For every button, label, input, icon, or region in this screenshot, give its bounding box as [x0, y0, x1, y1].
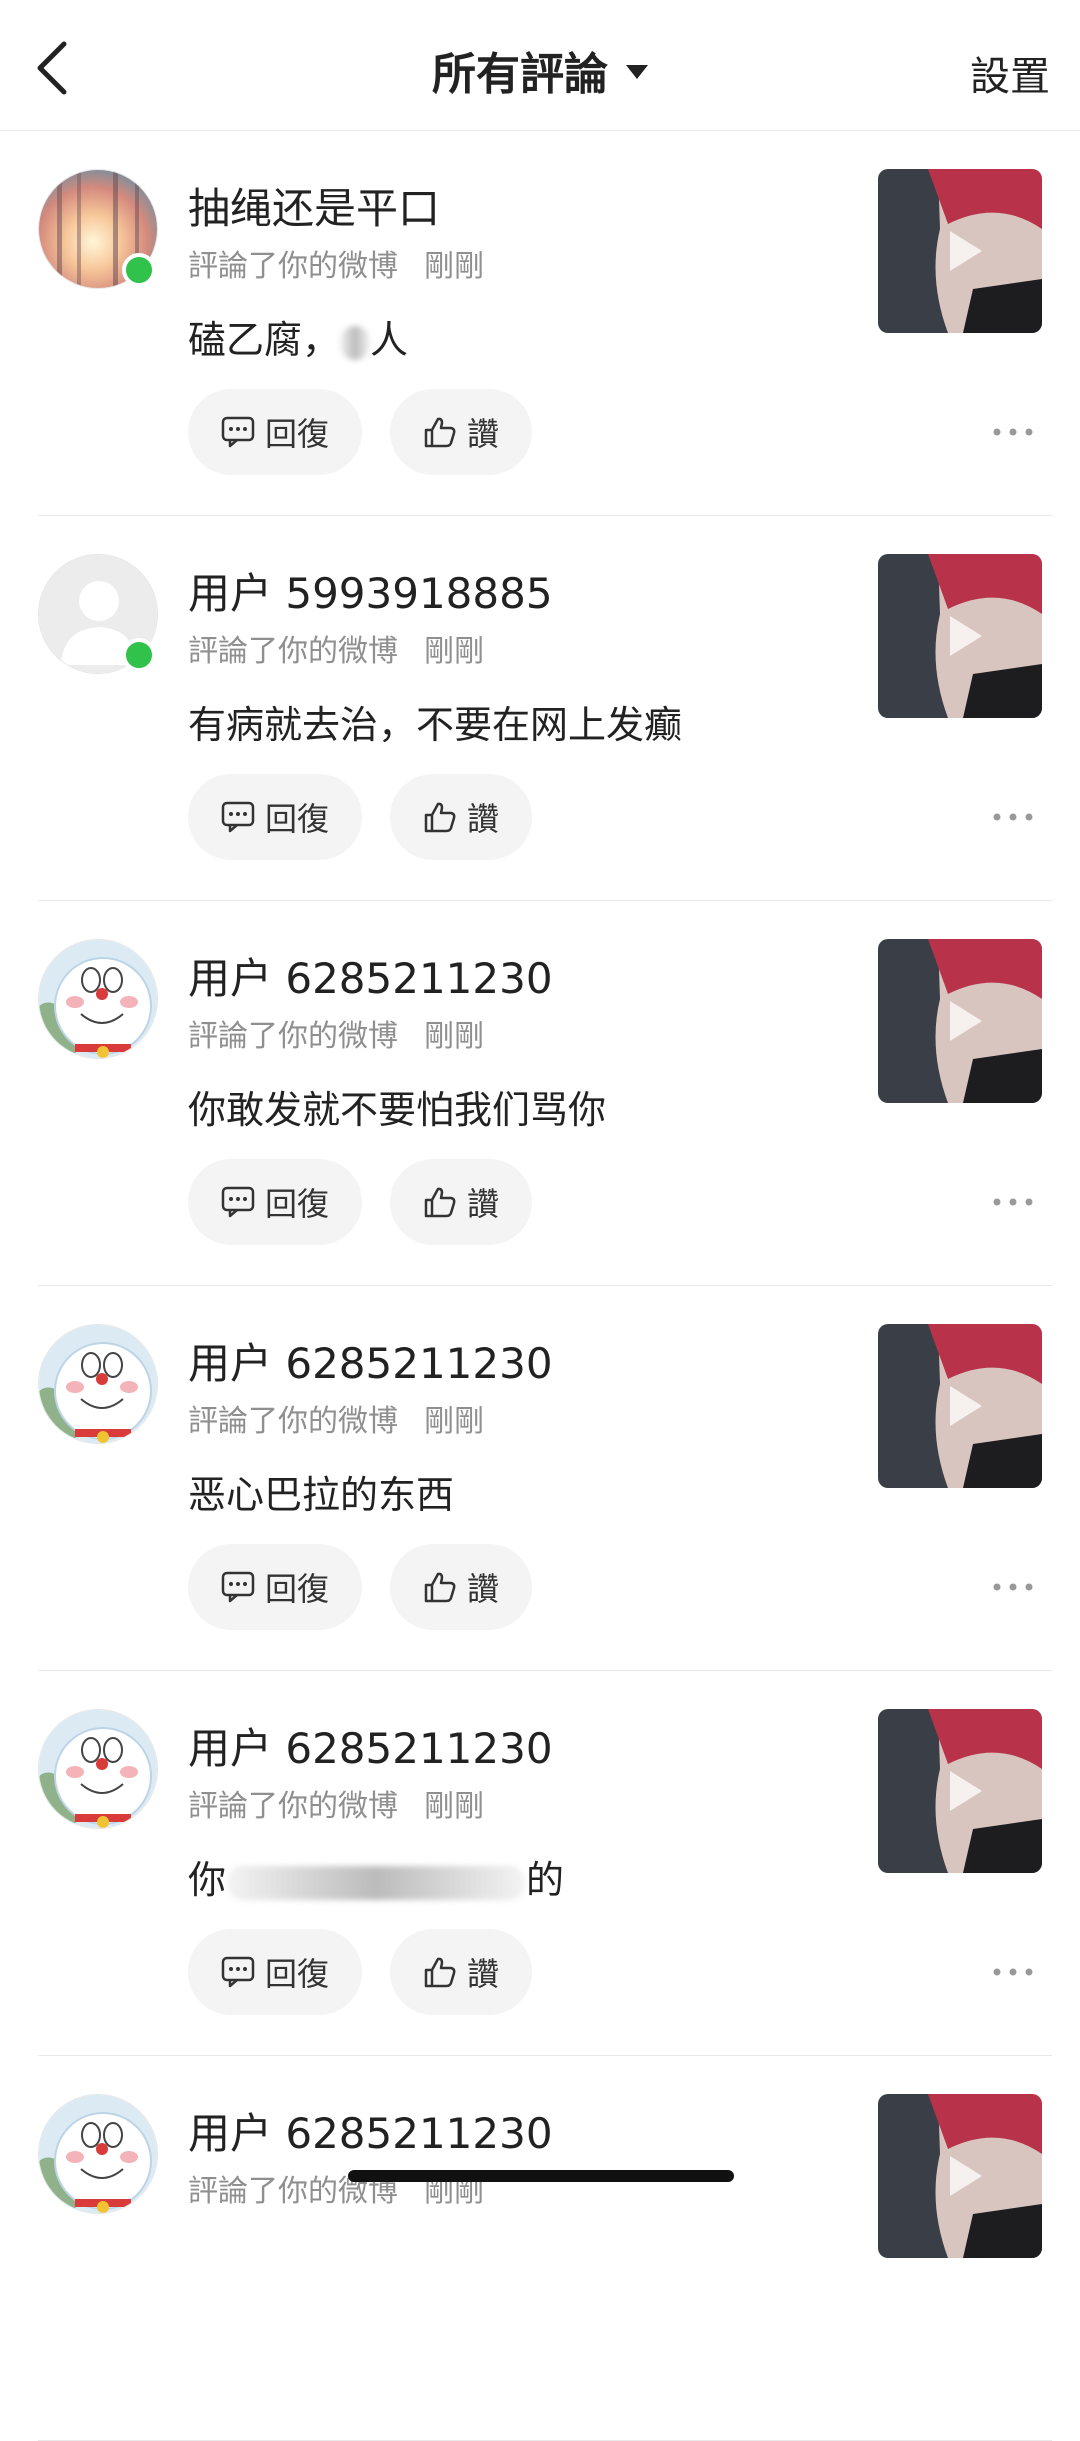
- like-button[interactable]: 讚: [390, 774, 532, 860]
- top-bar: 所有評論 設置: [0, 0, 1080, 131]
- reply-button[interactable]: 回復: [188, 1929, 362, 2015]
- post-thumbnail[interactable]: [878, 1324, 1042, 1488]
- comment-meta: 評論了你的微博 剛剛: [188, 1789, 484, 1824]
- reply-button[interactable]: 回復: [188, 1544, 362, 1630]
- comment-meta: 評論了你的微博 剛剛: [188, 1404, 484, 1439]
- avatar[interactable]: [38, 1709, 158, 1829]
- comment-list: 抽绳还是平口 評論了你的微博 剛剛 磕乙腐，人 回復 讚 用户 59939188…: [0, 131, 1080, 2441]
- username[interactable]: 抽绳还是平口: [188, 175, 440, 236]
- post-thumbnail-image: [878, 939, 1042, 1103]
- comment-meta: 評論了你的微博 剛剛: [188, 634, 484, 669]
- blurred-text: [340, 325, 371, 360]
- doraemon-avatar-image: [39, 2095, 157, 2213]
- timestamp: 剛剛: [424, 1789, 484, 1824]
- more-options-icon[interactable]: [988, 1957, 1038, 1987]
- more-options-icon[interactable]: [988, 1572, 1038, 1602]
- post-thumbnail[interactable]: [878, 1709, 1042, 1873]
- post-thumbnail-image: [878, 554, 1042, 718]
- settings-button[interactable]: 設置: [970, 44, 1050, 102]
- comment-bubble-icon: [221, 801, 255, 833]
- comment-bubble-icon: [221, 1186, 255, 1218]
- doraemon-avatar-image: [39, 940, 157, 1058]
- post-thumbnail-image: [878, 1324, 1042, 1488]
- reply-button[interactable]: 回復: [188, 389, 362, 475]
- thumbs-up-icon: [424, 802, 456, 833]
- username[interactable]: 用户 6285211230: [188, 2100, 553, 2161]
- comment-meta: 評論了你的微博 剛剛: [188, 1019, 484, 1054]
- username[interactable]: 用户 6285211230: [188, 945, 553, 1006]
- post-thumbnail[interactable]: [878, 2094, 1042, 2258]
- more-options-icon[interactable]: [988, 802, 1038, 832]
- online-status-indicator: [122, 638, 156, 672]
- online-status-indicator: [122, 253, 156, 287]
- comment-text: 你敢发就不要怕我们骂你: [188, 1088, 607, 1132]
- post-thumbnail[interactable]: [878, 169, 1042, 333]
- home-indicator: [348, 2170, 734, 2182]
- username[interactable]: 用户 5993918885: [188, 560, 553, 621]
- comment-item: 用户 5993918885 評論了你的微博 剛剛 有病就去治，不要在网上发癫 回復…: [0, 516, 1080, 901]
- timestamp: 剛剛: [424, 1019, 484, 1054]
- comment-item: 用户 6285211230 評論了你的微博 剛剛: [0, 2056, 1080, 2441]
- timestamp: 剛剛: [424, 1404, 484, 1439]
- post-thumbnail-image: [878, 2094, 1042, 2258]
- avatar[interactable]: [38, 939, 158, 1059]
- comment-text: 有病就去治，不要在网上发癫: [188, 703, 683, 747]
- comment-item: 用户 6285211230 評論了你的微博 剛剛 你的 回復 讚: [0, 1671, 1080, 2056]
- blurred-text: [226, 1865, 527, 1900]
- timestamp: 剛剛: [424, 634, 484, 669]
- like-button[interactable]: 讚: [390, 1159, 532, 1245]
- thumbs-up-icon: [424, 1572, 456, 1603]
- post-thumbnail-image: [878, 1709, 1042, 1873]
- comment-item: 抽绳还是平口 評論了你的微博 剛剛 磕乙腐，人 回復 讚: [0, 131, 1080, 516]
- reply-button[interactable]: 回復: [188, 1159, 362, 1245]
- like-button[interactable]: 讚: [390, 389, 532, 475]
- username[interactable]: 用户 6285211230: [188, 1330, 553, 1391]
- comment-meta: 評論了你的微博 剛剛: [188, 249, 484, 284]
- comment-bubble-icon: [221, 416, 255, 448]
- caret-down-icon: [626, 65, 648, 79]
- like-button[interactable]: 讚: [390, 1929, 532, 2015]
- doraemon-avatar-image: [39, 1710, 157, 1828]
- more-options-icon[interactable]: [988, 417, 1038, 447]
- comment-filter-dropdown[interactable]: 所有評論: [0, 40, 1080, 100]
- comment-text: 磕乙腐，人: [188, 318, 409, 362]
- comment-item: 用户 6285211230 評論了你的微博 剛剛 你敢发就不要怕我们骂你 回復 讚: [0, 901, 1080, 1286]
- comment-text: 你的: [188, 1858, 565, 1902]
- comment-bubble-icon: [221, 1956, 255, 1988]
- thumbs-up-icon: [424, 1187, 456, 1218]
- doraemon-avatar-image: [39, 1325, 157, 1443]
- page-title: 所有評論: [432, 49, 608, 100]
- reply-button[interactable]: 回復: [188, 774, 362, 860]
- comment-text: 恶心巴拉的东西: [188, 1473, 455, 1517]
- post-thumbnail[interactable]: [878, 554, 1042, 718]
- thumbs-up-icon: [424, 417, 456, 448]
- avatar[interactable]: [38, 2094, 158, 2214]
- thumbs-up-icon: [424, 1957, 456, 1988]
- comment-bubble-icon: [221, 1571, 255, 1603]
- post-thumbnail[interactable]: [878, 939, 1042, 1103]
- username[interactable]: 用户 6285211230: [188, 1715, 553, 1776]
- comment-item: 用户 6285211230 評論了你的微博 剛剛 恶心巴拉的东西 回復 讚: [0, 1286, 1080, 1671]
- timestamp: 剛剛: [424, 249, 484, 284]
- avatar[interactable]: [38, 1324, 158, 1444]
- post-thumbnail-image: [878, 169, 1042, 333]
- like-button[interactable]: 讚: [390, 1544, 532, 1630]
- more-options-icon[interactable]: [988, 1187, 1038, 1217]
